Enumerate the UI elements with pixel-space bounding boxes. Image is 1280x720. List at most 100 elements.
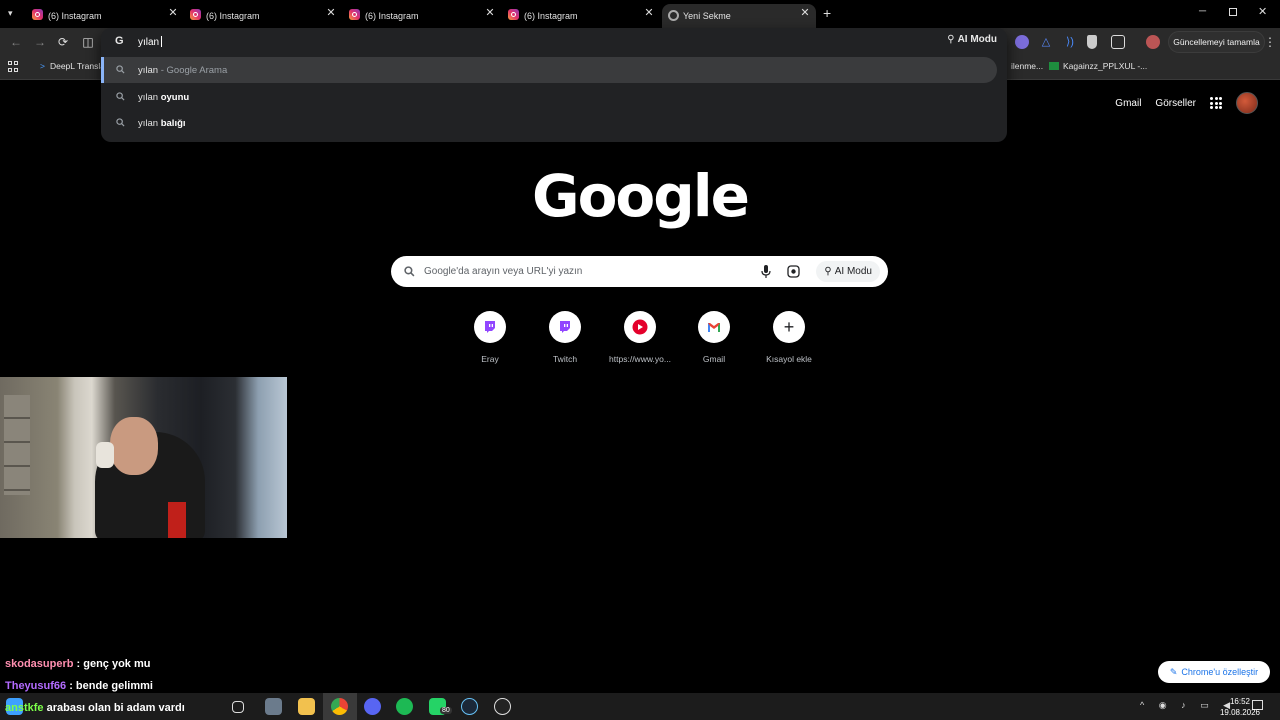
shortcut-youtube[interactable]: https://www.yo... [603,311,677,364]
sheet-icon [1049,62,1059,70]
app-icon[interactable] [494,698,511,715]
omnibox-input[interactable]: G yılan ⚲ AI Modu [101,28,1007,56]
suggestion-item[interactable]: yılan oyunu [101,84,1007,110]
shield-icon[interactable] [1087,35,1097,49]
close-icon[interactable]: ✕ [642,6,656,19]
google-apps-icon[interactable] [1210,97,1222,109]
account-avatar[interactable] [1236,92,1258,114]
new-tab-button[interactable]: + [823,5,831,21]
spotify-icon[interactable] [396,698,413,715]
tab-instagram-4[interactable]: (6) Instagram ✕ [476,4,656,28]
bookmark-label: Kagainzz_PPLXUL -... [1063,61,1148,71]
shortcut-label: Eray [481,354,499,364]
google-lens-icon[interactable] [787,265,800,278]
apps-icon[interactable] [8,61,19,72]
chat-message: : bende gelimmi [66,680,153,692]
shortcut-label: Gmail [702,354,726,364]
extension-icon[interactable]: ⟩) [1063,35,1077,49]
shortcut-gmail[interactable]: Gmail [677,311,751,364]
extension-icon[interactable]: △ [1039,35,1053,49]
minimize-button[interactable]: ─ [1199,6,1211,17]
images-link[interactable]: Görseller [1155,98,1196,109]
restore-button[interactable] [1229,8,1237,16]
customize-chrome-button[interactable]: ✎ Chrome'u özelleştir [1158,661,1270,683]
suggestion-item[interactable]: yılan - Google Arama [101,57,997,83]
customize-label: Chrome'u özelleştir [1181,667,1259,677]
ai-mode-label: AI Modu [834,266,872,277]
tab-new-tab[interactable]: Yeni Sekme ✕ [662,4,816,28]
forward-button[interactable]: → [32,34,48,50]
app-icon[interactable] [265,698,282,715]
chat-line: anstkfe arabası olan bi adam vardı [5,702,185,714]
twitch-icon [549,311,581,343]
suggestion-text: yılan oyunu [138,91,190,103]
close-window-button[interactable]: ✕ [1258,5,1267,18]
google-top-links: Gmail Görseller [1115,92,1258,114]
file-explorer-icon[interactable] [298,698,315,715]
deepl-icon: > [40,61,45,71]
tab-title: Yeni Sekme [683,11,731,21]
reload-button[interactable]: ⟳ [55,34,71,50]
webcam-headphones [96,442,114,468]
puzzle-icon[interactable] [1111,35,1125,49]
tab-instagram-2[interactable]: (6) Instagram ✕ [158,4,338,28]
shortcut-twitch[interactable]: Twitch [528,311,602,364]
shortcut-add[interactable]: + Kısayol ekle [752,311,826,364]
tab-instagram-1[interactable]: (6) Instagram ✕ [0,4,180,28]
profile-avatar[interactable] [1146,35,1160,49]
sparkle-search-icon: ⚲ [947,34,955,45]
taskbar-clock[interactable]: 16:52 19.08.2026 [1220,696,1260,718]
close-icon[interactable]: ✕ [798,6,812,19]
search-placeholder: Google'da arayın veya URL'yi yazın [424,266,583,277]
gmail-link[interactable]: Gmail [1115,98,1141,109]
whatsapp-badge: 80 [440,707,452,714]
chat-username: skodasuperb [5,658,74,670]
search-icon [116,92,125,101]
omnibox-typed-value: yılan [138,37,160,48]
chat-line: skodasuperb : genç yok mu [5,658,151,670]
webcam-mug [168,502,186,538]
tab-title: (6) Instagram [206,11,260,21]
suggestion-text: yılan - Google Arama [138,64,228,76]
omnibox-dropdown: G yılan ⚲ AI Modu yılan - Google Arama yı… [101,28,1007,142]
google-g-icon: G [115,35,124,47]
microphone-icon[interactable] [761,265,771,278]
suggestion-item[interactable]: yılan balığı [101,110,1007,136]
tab-instagram-3[interactable]: (6) Instagram ✕ [317,4,497,28]
side-panel-button[interactable]: ◫ [80,34,96,50]
more-menu-icon[interactable]: ⋮ [1264,34,1276,50]
update-button[interactable]: Güncellemeyi tamamla [1168,31,1265,53]
google-search-box[interactable]: Google'da arayın veya URL'yi yazın ⚲ AI M… [391,256,888,287]
tab-title: (6) Instagram [365,11,419,21]
tab-strip: ▾ (6) Instagram ✕ (6) Instagram ✕ (6) In… [0,0,1280,28]
chat-username: Theyusuf66 [5,680,67,692]
webcam-shelf [4,395,30,495]
search-icon [404,266,415,277]
tab-title: (6) Instagram [48,11,102,21]
ai-mode-button[interactable]: ⚲ AI Modu [816,261,880,282]
task-view-icon[interactable] [232,701,244,713]
omnibox-text[interactable]: yılan [138,36,163,48]
bookmark-item[interactable]: ilenme... [1011,61,1043,71]
bookmark-kagainzz[interactable]: Kagainzz_PPLXUL -... [1049,61,1147,71]
back-button[interactable]: ← [8,34,24,50]
bookmark-deepl[interactable]: > DeepL Transla [40,61,105,71]
twitch-icon [474,311,506,343]
clock-date: 19.08.2026 [1219,708,1260,717]
chrome-icon[interactable] [331,698,348,715]
discord-icon[interactable] [364,698,381,715]
instagram-icon [349,9,360,20]
gmail-icon [698,311,730,343]
extension-icon[interactable] [1015,35,1029,49]
shortcut-label: Twitch [552,354,578,364]
instagram-icon [508,9,519,20]
google-logo: Google [531,162,750,230]
ai-mode-button[interactable]: ⚲ AI Modu [947,34,997,45]
webcam-head [110,417,158,475]
search-icon [116,65,125,74]
steam-icon[interactable] [461,698,478,715]
shortcut-eray[interactable]: Eray [453,311,527,364]
instagram-icon [190,9,201,20]
plus-icon: + [773,311,805,343]
suggestion-text: yılan balığı [138,117,186,129]
